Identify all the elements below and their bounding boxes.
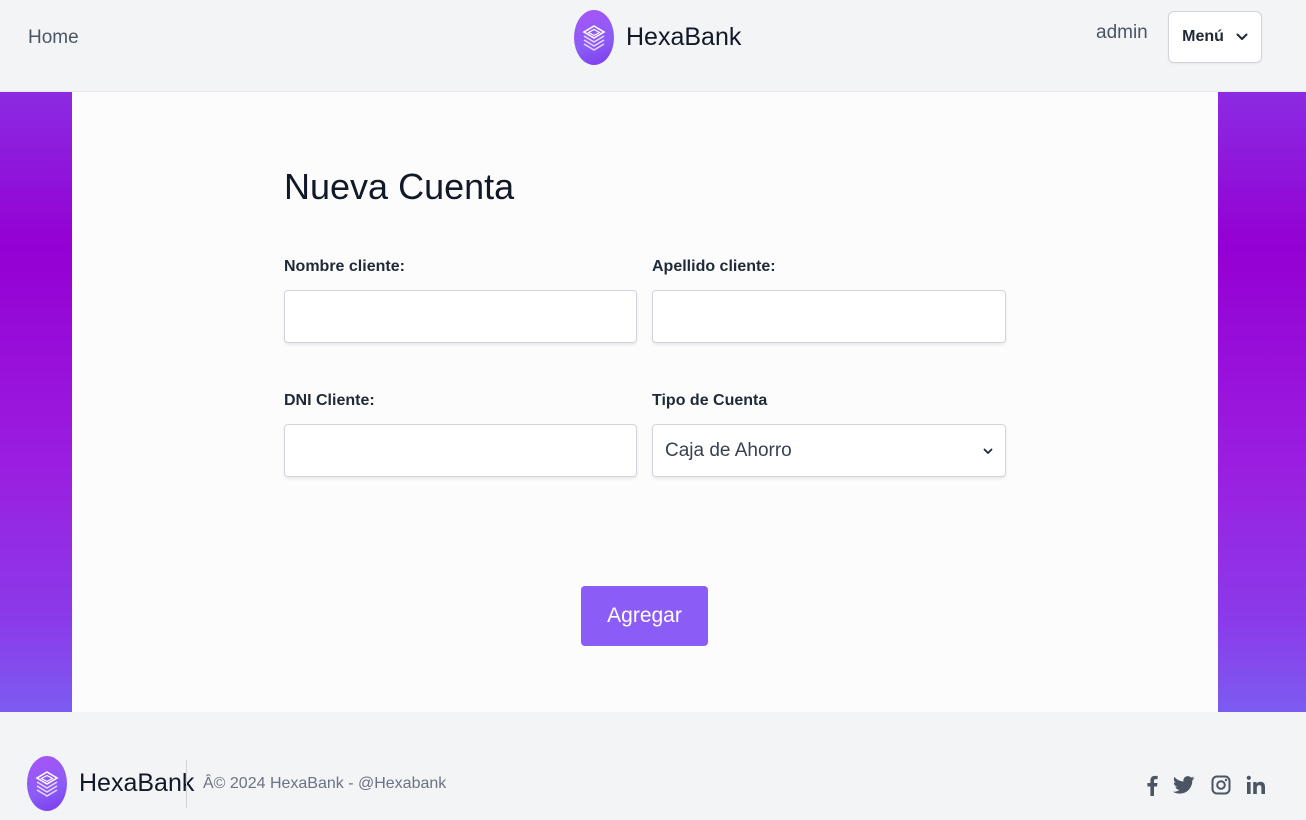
apellido-input[interactable] bbox=[652, 290, 1006, 343]
agregar-button[interactable]: Agregar bbox=[581, 586, 708, 646]
footer-brand[interactable]: HexaBank bbox=[27, 756, 194, 811]
footer-brand-name: HexaBank bbox=[79, 769, 195, 797]
menu-button[interactable]: Menú bbox=[1168, 11, 1262, 63]
top-navbar: Home HexaBank admin Menú bbox=[0, 0, 1306, 92]
footer-divider bbox=[186, 760, 187, 808]
instagram-icon[interactable] bbox=[1211, 775, 1231, 795]
nombre-input[interactable] bbox=[284, 290, 637, 343]
footer: HexaBank Â© 2024 HexaBank - @Hexabank bbox=[0, 712, 1306, 820]
hexabank-logo-icon bbox=[27, 756, 67, 811]
apellido-label: Apellido cliente: bbox=[652, 258, 776, 275]
dni-input[interactable] bbox=[284, 424, 637, 477]
user-name: admin bbox=[1096, 22, 1148, 43]
hexabank-logo-icon bbox=[574, 10, 614, 65]
linkedin-icon[interactable] bbox=[1246, 775, 1266, 795]
brand-name: HexaBank bbox=[626, 23, 742, 51]
chevron-down-icon bbox=[1236, 33, 1248, 41]
dni-label: DNI Cliente: bbox=[284, 392, 375, 409]
chevron-down-icon bbox=[983, 442, 993, 460]
brand[interactable]: HexaBank bbox=[574, 10, 741, 65]
home-link[interactable]: Home bbox=[28, 27, 79, 49]
tipo-cuenta-value: Caja de Ahorro bbox=[665, 439, 792, 461]
facebook-icon[interactable] bbox=[1146, 774, 1158, 796]
tipo-cuenta-label: Tipo de Cuenta bbox=[652, 392, 768, 409]
nombre-label: Nombre cliente: bbox=[284, 258, 405, 275]
menu-label: Menú bbox=[1182, 28, 1224, 45]
copyright-text: Â© 2024 HexaBank - @Hexabank bbox=[203, 775, 447, 792]
twitter-icon[interactable] bbox=[1173, 776, 1195, 794]
tipo-cuenta-select[interactable]: Caja de Ahorro bbox=[652, 424, 1006, 477]
page-title: Nueva Cuenta bbox=[284, 166, 515, 207]
social-links bbox=[1146, 770, 1266, 800]
